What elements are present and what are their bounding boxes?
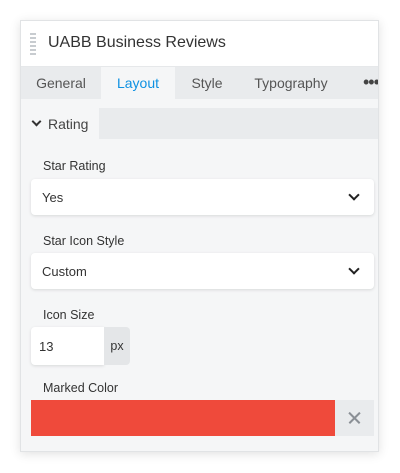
star-icon-style-select[interactable]: Custom <box>31 253 374 289</box>
section-bar: Rating <box>21 108 378 139</box>
tab-bar: General Layout Style Typography ••• <box>21 67 378 99</box>
star-icon-style-label: Star Icon Style <box>43 234 125 248</box>
icon-size-label: Icon Size <box>43 308 95 322</box>
more-horizontal-icon[interactable]: ••• <box>363 67 378 99</box>
icon-size-input[interactable] <box>31 327 104 365</box>
section-label: Rating <box>48 116 89 132</box>
chevron-down-icon <box>31 116 42 127</box>
chevron-down-icon <box>348 189 360 201</box>
tab-style[interactable]: Style <box>179 67 235 99</box>
tab-general[interactable]: General <box>21 67 101 99</box>
tab-typography[interactable]: Typography <box>245 67 337 99</box>
marked-color-swatch[interactable] <box>31 400 335 436</box>
settings-panel: UABB Business Reviews General Layout Sty… <box>20 20 379 452</box>
select-value: Custom <box>42 264 87 279</box>
select-value: Yes <box>42 190 64 205</box>
chevron-down-icon <box>348 263 360 275</box>
section-toggle-rating[interactable]: Rating <box>21 108 99 139</box>
drag-handle-icon[interactable] <box>30 33 36 55</box>
star-rating-label: Star Rating <box>43 159 106 173</box>
panel-title: UABB Business Reviews <box>48 34 226 51</box>
clear-color-button[interactable] <box>335 400 374 436</box>
panel-titlebar: UABB Business Reviews <box>21 21 378 67</box>
icon-size-unit: px <box>104 327 130 365</box>
marked-color-label: Marked Color <box>43 381 119 395</box>
star-rating-select[interactable]: Yes <box>31 179 374 215</box>
tab-layout[interactable]: Layout <box>101 67 175 99</box>
